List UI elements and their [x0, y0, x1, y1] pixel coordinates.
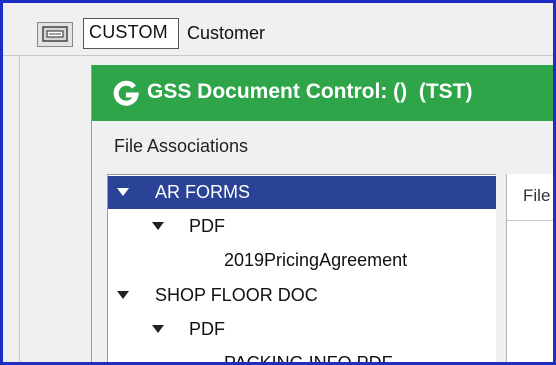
expand-arrow-icon[interactable] [117, 291, 129, 299]
tree-item-pdf[interactable]: PDF [108, 313, 496, 346]
tree-item-label: PACKING INFO.PDF [224, 353, 393, 362]
tree-item-label: PDF [189, 216, 225, 236]
file-associations-tree[interactable]: AR FORMS PDF 2019PricingAgreement SHOP F… [107, 174, 497, 362]
file-details-panel: File [506, 174, 553, 362]
file-associations-label: File Associations [114, 136, 249, 156]
tree-item-ar-forms[interactable]: AR FORMS [108, 176, 496, 209]
form-icon[interactable] [37, 22, 73, 47]
tree-item-pdf[interactable]: PDF [108, 210, 496, 243]
tree-item-label: 2019PricingAgreement [224, 250, 408, 270]
dialog-title: GSS Document Control: () (TST) [147, 80, 473, 103]
tree-item-document[interactable]: 2019PricingAgreement [108, 244, 496, 277]
tree-item-label: SHOP FLOOR DOC [155, 285, 318, 305]
panel-divider [19, 56, 20, 363]
tree-item-document[interactable]: PACKING INFO.PDF [108, 347, 496, 362]
tree-scroll-edge [496, 174, 506, 362]
file-column-label: File [523, 186, 551, 205]
expand-arrow-icon[interactable] [152, 325, 164, 333]
custom-field[interactable]: CUSTOM [83, 18, 179, 49]
document-control-dialog: GSS Document Control: () (TST) File Asso… [91, 65, 553, 362]
panel-divider [507, 220, 553, 221]
dialog-header: GSS Document Control: () (TST) [92, 65, 553, 121]
customer-label: Customer [187, 23, 266, 43]
expand-arrow-icon[interactable] [152, 222, 164, 230]
expand-arrow-icon[interactable] [117, 188, 129, 196]
top-toolbar: CUSTOM Customer [3, 3, 553, 55]
gss-logo-icon [112, 79, 140, 112]
tree-item-label: PDF [189, 319, 225, 339]
tree-item-shop-floor-doc[interactable]: SHOP FLOOR DOC [108, 279, 496, 312]
tree-item-label: AR FORMS [155, 182, 251, 202]
